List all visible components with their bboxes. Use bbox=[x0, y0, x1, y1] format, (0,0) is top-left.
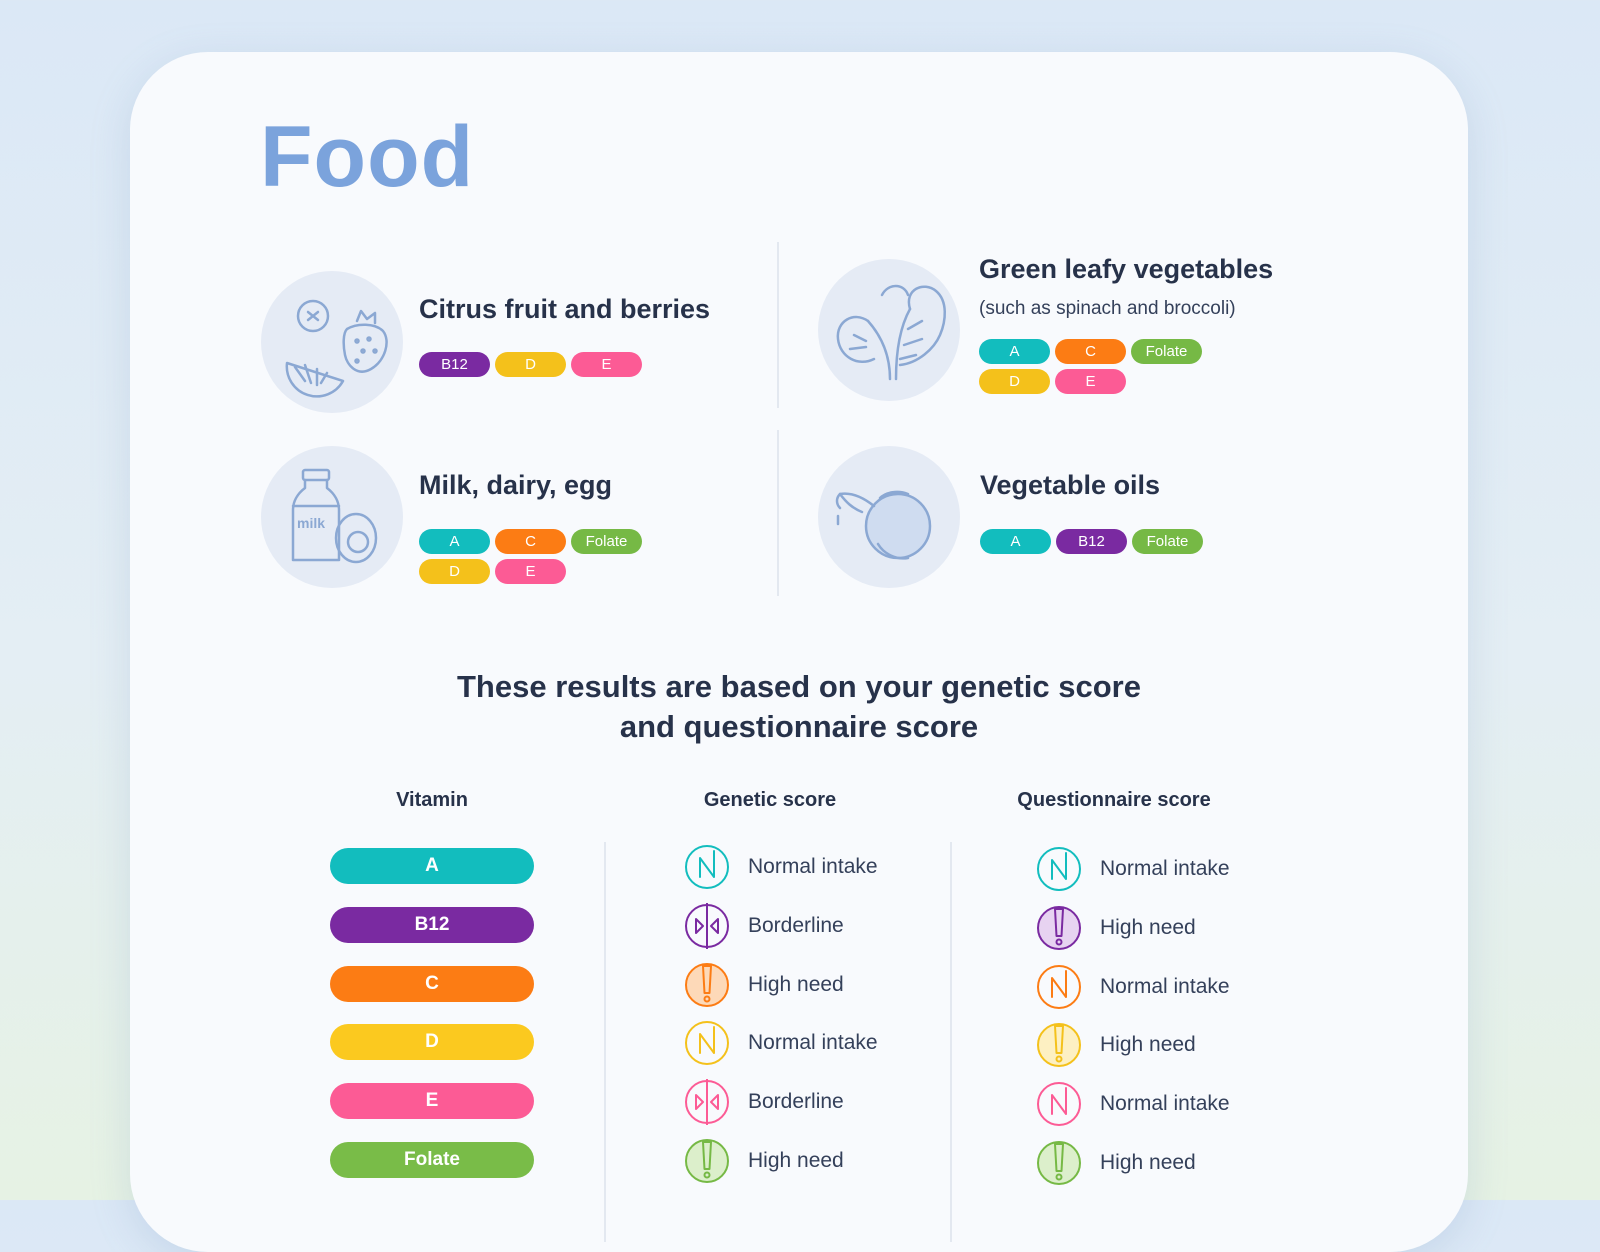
milk-label: milk bbox=[297, 515, 325, 531]
vitamin-pill-a: A bbox=[330, 848, 534, 884]
vitamin-pill-e: E bbox=[330, 1083, 534, 1119]
leafy-greens-icon bbox=[818, 259, 960, 401]
results-heading-line2: and questionnaire score bbox=[619, 709, 979, 744]
genetic-score-e: Borderline bbox=[684, 1078, 844, 1126]
vitamin-chip: E bbox=[1055, 369, 1126, 394]
food-title: Vegetable oils bbox=[980, 470, 1161, 500]
vitamin-chip: A bbox=[419, 529, 490, 554]
score-label: Normal intake bbox=[1100, 857, 1230, 880]
column-header-questionnaire: Questionnaire score bbox=[1017, 789, 1211, 811]
vitamin-chip: E bbox=[495, 559, 566, 584]
normal-intake-icon bbox=[685, 1021, 729, 1065]
genetic-score-b12: Borderline bbox=[684, 902, 844, 950]
high-need-icon bbox=[685, 1139, 729, 1183]
food-title: Milk, dairy, egg bbox=[419, 470, 613, 500]
questionnaire-score-b12: High need bbox=[1036, 904, 1196, 952]
column-header-genetic: Genetic score bbox=[703, 789, 837, 811]
page-title: Food bbox=[260, 109, 475, 205]
genetic-score-c: High need bbox=[684, 961, 844, 1009]
column-divider bbox=[604, 842, 606, 1242]
food-title: Citrus fruit and berries bbox=[419, 294, 711, 324]
food-subtitle: (such as spinach and broccoli) bbox=[979, 298, 1236, 319]
column-header-vitamin: Vitamin bbox=[396, 789, 468, 811]
score-label: Borderline bbox=[748, 914, 844, 937]
vitamin-chip: Folate bbox=[1132, 529, 1203, 554]
column-divider bbox=[777, 242, 779, 408]
citrus-berry-icon bbox=[261, 271, 403, 413]
vitamin-chip: D bbox=[979, 369, 1050, 394]
genetic-score-d: Normal intake bbox=[684, 1019, 878, 1067]
score-label: Borderline bbox=[748, 1090, 844, 1113]
vitamin-chip: B12 bbox=[1056, 529, 1127, 554]
genetic-score-a: Normal intake bbox=[684, 843, 878, 891]
score-label: High need bbox=[1100, 1033, 1196, 1056]
questionnaire-score-e: Normal intake bbox=[1036, 1080, 1230, 1128]
high-need-icon bbox=[1037, 1141, 1081, 1185]
score-label: High need bbox=[1100, 1151, 1196, 1174]
high-need-icon bbox=[1037, 1023, 1081, 1067]
score-label: High need bbox=[1100, 916, 1196, 939]
results-heading: These results are based on your genetic … bbox=[130, 667, 1468, 747]
questionnaire-score-d: High need bbox=[1036, 1021, 1196, 1069]
normal-intake-icon bbox=[1037, 965, 1081, 1009]
vitamin-chip: A bbox=[980, 529, 1051, 554]
vitamin-chip: D bbox=[419, 559, 490, 584]
score-label: Normal intake bbox=[748, 855, 878, 878]
borderline-icon bbox=[685, 903, 729, 949]
vitamin-chip: Folate bbox=[1131, 339, 1202, 364]
genetic-score-folate: High need bbox=[684, 1137, 844, 1185]
questionnaire-score-c: Normal intake bbox=[1036, 963, 1230, 1011]
column-divider bbox=[950, 842, 952, 1242]
high-need-icon bbox=[1037, 906, 1081, 950]
borderline-icon bbox=[685, 1079, 729, 1125]
questionnaire-score-a: Normal intake bbox=[1036, 845, 1230, 893]
score-label: Normal intake bbox=[1100, 1092, 1230, 1115]
food-card: Food Citrus fruit and berries B12 D E Gr… bbox=[130, 52, 1468, 1252]
vitamin-tags: B12 D E bbox=[419, 352, 659, 377]
column-divider bbox=[777, 430, 779, 596]
questionnaire-score-folate: High need bbox=[1036, 1139, 1196, 1187]
vitamin-chip: D bbox=[495, 352, 566, 377]
oil-jug-icon bbox=[818, 446, 960, 588]
vitamin-tags: A C Folate D E bbox=[979, 339, 1219, 394]
normal-intake-icon bbox=[1037, 847, 1081, 891]
score-label: High need bbox=[748, 1149, 844, 1172]
food-title: Green leafy vegetables bbox=[979, 254, 1274, 284]
high-need-icon bbox=[685, 963, 729, 1007]
vitamin-tags: A C Folate D E bbox=[419, 529, 659, 584]
normal-intake-icon bbox=[1037, 1082, 1081, 1126]
vitamin-chip: Folate bbox=[571, 529, 642, 554]
vitamin-tags: A B12 Folate bbox=[980, 529, 1220, 554]
milk-egg-icon: milk bbox=[261, 446, 403, 588]
normal-intake-icon bbox=[685, 845, 729, 889]
vitamin-pill-b12: B12 bbox=[330, 907, 534, 943]
score-label: Normal intake bbox=[1100, 975, 1230, 998]
vitamin-chip: B12 bbox=[419, 352, 490, 377]
vitamin-chip: C bbox=[1055, 339, 1126, 364]
vitamin-chip: E bbox=[571, 352, 642, 377]
vitamin-pill-folate: Folate bbox=[330, 1142, 534, 1178]
score-label: High need bbox=[748, 973, 844, 996]
score-label: Normal intake bbox=[748, 1031, 878, 1054]
results-heading-line1: These results are based on your genetic … bbox=[457, 669, 1141, 704]
vitamin-chip: A bbox=[979, 339, 1050, 364]
vitamin-chip: C bbox=[495, 529, 566, 554]
vitamin-pill-c: C bbox=[330, 966, 534, 1002]
vitamin-pill-d: D bbox=[330, 1024, 534, 1060]
